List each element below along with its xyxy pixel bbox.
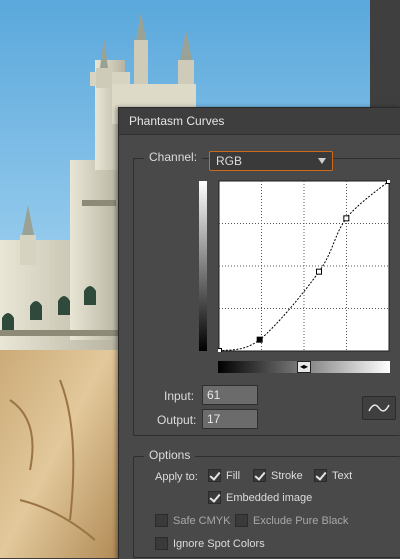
curve-tool-icon xyxy=(368,404,390,412)
text-checkbox-box[interactable] xyxy=(314,469,327,482)
embedded-image-checkbox[interactable]: Embedded image xyxy=(208,491,312,504)
curve-point-selected[interactable] xyxy=(256,336,263,343)
ignore-spot-colors-checkbox-box[interactable] xyxy=(155,537,168,550)
output-gradient-bar xyxy=(199,181,207,351)
dialog-title: Phantasm Curves xyxy=(129,114,225,128)
curve-point[interactable] xyxy=(316,268,322,275)
smooth-curve-button[interactable] xyxy=(362,396,396,420)
ignore-spot-colors-checkbox[interactable]: Ignore Spot Colors xyxy=(155,537,265,550)
safe-cmyk-checkbox-box[interactable] xyxy=(155,514,168,527)
safe-cmyk-checkbox[interactable]: Safe CMYK xyxy=(155,514,230,527)
options-title: Options xyxy=(144,448,196,462)
midpoint-slider-handle[interactable]: ◂▸ xyxy=(297,361,311,373)
curve-point[interactable] xyxy=(343,215,350,222)
exclude-pure-black-checkbox[interactable]: Exclude Pure Black xyxy=(235,514,348,527)
input-field[interactable] xyxy=(202,385,258,405)
safe-cmyk-label: Safe CMYK xyxy=(173,514,231,527)
curve-graph[interactable] xyxy=(218,180,390,352)
stroke-checkbox-box[interactable] xyxy=(253,469,266,482)
embedded-image-checkbox-box[interactable] xyxy=(208,491,221,504)
channel-select[interactable]: RGB xyxy=(209,151,333,171)
chevron-down-icon xyxy=(318,158,326,164)
fill-checkbox-box[interactable] xyxy=(208,469,221,482)
stroke-checkbox[interactable]: Stroke xyxy=(253,469,303,482)
apply-to-label: Apply to: xyxy=(155,471,198,483)
embedded-image-label: Embedded image xyxy=(226,491,313,504)
fill-label: Fill xyxy=(226,469,241,482)
curve-point[interactable] xyxy=(386,180,391,184)
stroke-label: Stroke xyxy=(271,469,303,482)
arrows-horizontal-icon: ◂▸ xyxy=(299,362,309,371)
dialog-titlebar[interactable]: Phantasm Curves xyxy=(119,108,400,135)
output-label: Output: xyxy=(157,413,197,427)
text-checkbox[interactable]: Text xyxy=(314,469,352,482)
ignore-spot-colors-label: Ignore Spot Colors xyxy=(173,537,265,550)
exclude-pure-black-checkbox-box[interactable] xyxy=(235,514,248,527)
text-label: Text xyxy=(332,469,353,482)
input-label: Input: xyxy=(164,389,195,403)
fill-checkbox[interactable]: Fill xyxy=(208,469,240,482)
phantasm-curves-dialog: Phantasm Curves Channel: RGB ◂▸ Input: O… xyxy=(118,107,400,559)
channel-select-value: RGB xyxy=(216,154,243,168)
curve-point[interactable] xyxy=(218,348,222,353)
output-field[interactable] xyxy=(202,409,258,429)
channel-label: Channel: xyxy=(144,150,203,164)
exclude-pure-black-label: Exclude Pure Black xyxy=(253,514,349,527)
